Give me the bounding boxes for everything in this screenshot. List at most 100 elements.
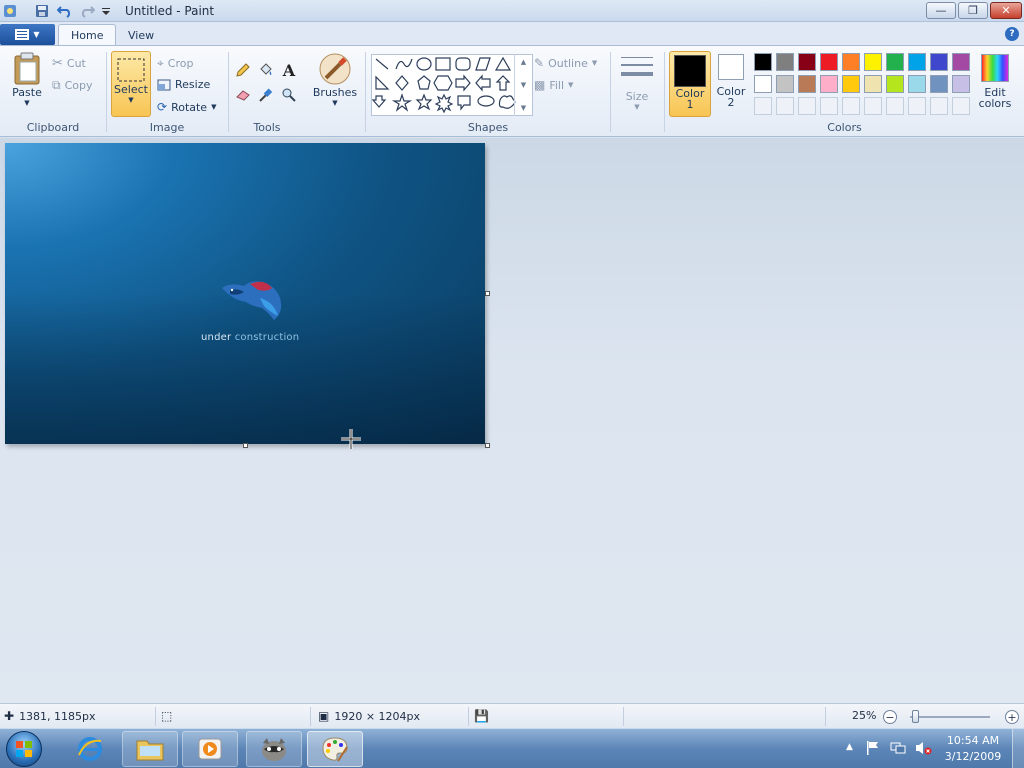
- palette-swatch[interactable]: [908, 53, 926, 71]
- shapes-gallery-scroll[interactable]: ▲ ▼ ▼: [514, 54, 532, 116]
- palette-swatch[interactable]: [842, 53, 860, 71]
- palette-custom-slot[interactable]: [798, 97, 816, 115]
- palette-swatch[interactable]: [886, 75, 904, 93]
- start-button[interactable]: [6, 731, 42, 767]
- color1-button[interactable]: Color 1: [669, 51, 711, 117]
- rotate-button[interactable]: ⟳ Rotate ▼: [157, 100, 216, 114]
- clock-date[interactable]: 3/12/2009: [938, 750, 1008, 763]
- magnifier-icon[interactable]: [279, 86, 299, 104]
- cut-button[interactable]: ✂ Cut: [52, 56, 86, 71]
- show-desktop-button[interactable]: [1012, 729, 1024, 768]
- close-button[interactable]: ✕: [990, 2, 1022, 19]
- tab-view[interactable]: View: [116, 24, 166, 46]
- zoom-in-icon[interactable]: +: [1005, 710, 1019, 724]
- palette-custom-slot[interactable]: [930, 97, 948, 115]
- palette-custom-slot[interactable]: [754, 97, 772, 115]
- palette-swatch[interactable]: [820, 53, 838, 71]
- taskbar-raccoon-app[interactable]: [246, 731, 302, 767]
- outline-button[interactable]: ✎ Outline ▼: [534, 56, 597, 70]
- palette-swatch[interactable]: [754, 75, 772, 93]
- menu-icon: [15, 29, 30, 40]
- palette-swatch[interactable]: [798, 53, 816, 71]
- zoom-slider-thumb[interactable]: [912, 710, 919, 723]
- clock-time[interactable]: 10:54 AM: [938, 734, 1008, 747]
- scroll-up-icon[interactable]: ▲: [521, 58, 526, 66]
- resize-handle-bottom[interactable]: [243, 443, 248, 448]
- canvas-caption: under construction: [201, 332, 299, 343]
- minimize-button[interactable]: —: [926, 2, 956, 19]
- palette-swatch[interactable]: [864, 53, 882, 71]
- resize-handle-corner[interactable]: [485, 443, 490, 448]
- palette-swatch[interactable]: [930, 75, 948, 93]
- file-size: 💾: [474, 709, 489, 723]
- eraser-icon[interactable]: [233, 86, 253, 104]
- network-icon[interactable]: [890, 741, 906, 758]
- help-icon[interactable]: ?: [1005, 27, 1019, 41]
- customize-dropdown-icon[interactable]: [100, 3, 112, 19]
- palette-swatch[interactable]: [886, 53, 904, 71]
- chevron-down-icon: ▼: [332, 99, 338, 107]
- palette-swatch[interactable]: [754, 53, 772, 71]
- edit-colors-button[interactable]: Edit colors: [975, 54, 1015, 110]
- volume-muted-icon[interactable]: [914, 740, 932, 759]
- restore-button[interactable]: ❐: [958, 2, 988, 19]
- resize-button[interactable]: Resize: [157, 78, 210, 91]
- canvas-image[interactable]: under construction: [5, 143, 485, 444]
- resize-handle-right[interactable]: [485, 291, 490, 296]
- taskbar-media-player[interactable]: [182, 731, 238, 767]
- palette-swatch[interactable]: [864, 75, 882, 93]
- palette-custom-slot[interactable]: [842, 97, 860, 115]
- palette-swatch[interactable]: [930, 53, 948, 71]
- palette-swatch[interactable]: [952, 53, 970, 71]
- taskbar-internet-explorer[interactable]: [62, 731, 118, 767]
- zoom-out-icon[interactable]: −: [883, 710, 897, 724]
- size-button[interactable]: Size ▼: [619, 54, 655, 111]
- paint-menu-button[interactable]: ▼: [0, 24, 55, 45]
- palette-swatch[interactable]: [952, 75, 970, 93]
- fill-button[interactable]: ▩ Fill ▼: [534, 78, 573, 92]
- clipboard-group: Paste ▼ ✂ Cut ⧉ Copy Clipboard: [0, 48, 106, 136]
- taskbar-paint[interactable]: [307, 731, 363, 767]
- zoom-slider[interactable]: [910, 716, 990, 718]
- redo-icon[interactable]: [78, 3, 96, 19]
- chevron-down-icon: ▼: [568, 81, 574, 89]
- restore-icon: ❐: [968, 4, 978, 17]
- color2-button[interactable]: Color 2: [713, 54, 749, 116]
- color-picker-icon[interactable]: [256, 86, 276, 104]
- text-tool-icon[interactable]: A: [279, 61, 299, 80]
- scroll-down-icon[interactable]: ▼: [521, 81, 526, 89]
- ribbon: Paste ▼ ✂ Cut ⧉ Copy Clipboard Select ▼ …: [0, 45, 1024, 137]
- canvas-workspace[interactable]: under construction: [0, 138, 1024, 703]
- save-icon[interactable]: [34, 3, 50, 19]
- taskbar-explorer[interactable]: [122, 731, 178, 767]
- palette-custom-slot[interactable]: [776, 97, 794, 115]
- palette-swatch[interactable]: [798, 75, 816, 93]
- palette-swatch[interactable]: [842, 75, 860, 93]
- palette-custom-slot[interactable]: [908, 97, 926, 115]
- palette-swatch[interactable]: [908, 75, 926, 93]
- pencil-icon[interactable]: [233, 61, 253, 79]
- resize-icon: [157, 79, 171, 90]
- paste-label: Paste: [12, 86, 42, 99]
- crop-button[interactable]: ⌖ Crop: [157, 56, 193, 71]
- divider: [825, 707, 826, 726]
- palette-custom-slot[interactable]: [886, 97, 904, 115]
- palette-custom-slot[interactable]: [864, 97, 882, 115]
- palette-custom-slot[interactable]: [820, 97, 838, 115]
- paste-button[interactable]: Paste ▼: [8, 52, 46, 107]
- palette-swatch[interactable]: [776, 53, 794, 71]
- copy-button[interactable]: ⧉ Copy: [52, 78, 92, 93]
- brushes-button[interactable]: Brushes ▼: [313, 52, 357, 107]
- fill-bucket-icon[interactable]: [256, 61, 276, 79]
- tab-home[interactable]: Home: [58, 24, 117, 46]
- action-center-flag-icon[interactable]: [866, 740, 880, 759]
- paint-app-icon[interactable]: [2, 3, 18, 19]
- undo-icon[interactable]: [56, 3, 74, 19]
- palette-swatch[interactable]: [776, 75, 794, 93]
- palette-swatch[interactable]: [820, 75, 838, 93]
- gallery-expand-icon[interactable]: ▼: [521, 104, 526, 112]
- palette-custom-slot[interactable]: [952, 97, 970, 115]
- show-hidden-icons-icon[interactable]: ▲: [846, 742, 853, 752]
- select-button[interactable]: Select ▼: [111, 51, 151, 117]
- brush-icon: [319, 53, 351, 85]
